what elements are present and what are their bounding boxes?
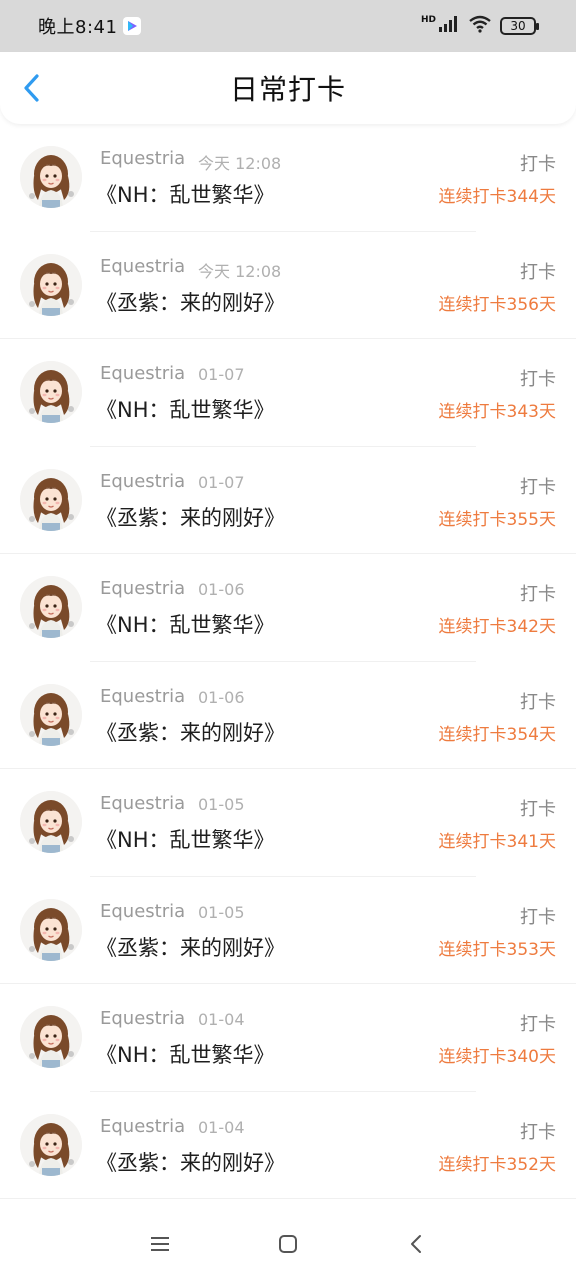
nav-home-button[interactable] xyxy=(274,1230,302,1258)
streak-count: 连续打卡343天 xyxy=(438,402,556,422)
checkin-label: 打卡 xyxy=(520,369,556,390)
back-chevron-icon xyxy=(411,1235,421,1253)
book-title[interactable]: 《丞紫：来的刚好》 xyxy=(96,502,285,532)
menu-icon xyxy=(151,1237,169,1251)
checkin-time: 01-04 xyxy=(198,1010,245,1029)
status-time: 晚上8:41 xyxy=(38,17,118,38)
streak-count: 连续打卡342天 xyxy=(438,617,556,637)
author-name: Equestria xyxy=(100,363,186,384)
streak-count: 连续打卡344天 xyxy=(438,187,556,207)
list-item[interactable]: Equestria 01-04 《NH：乱世繁华》 打卡 连续打卡340天 xyxy=(0,984,576,1092)
streak-count: 连续打卡341天 xyxy=(438,832,556,852)
avatar[interactable] xyxy=(20,1113,82,1176)
avatar[interactable] xyxy=(20,791,82,853)
book-title[interactable]: 《NH：乱世繁华》 xyxy=(96,609,275,639)
list-item[interactable]: Equestria 01-04 《丞紫：来的刚好》 打卡 连续打卡352天 xyxy=(0,1092,576,1200)
list-item[interactable]: Equestria 01-06 《NH：乱世繁华》 打卡 连续打卡342天 xyxy=(0,554,576,662)
checkin-label: 打卡 xyxy=(520,1014,556,1035)
page-title: 日常打卡 xyxy=(229,73,346,106)
book-title[interactable]: 《NH：乱世繁华》 xyxy=(96,179,275,209)
streak-count: 连续打卡352天 xyxy=(438,1154,556,1175)
streak-count: 连续打卡354天 xyxy=(438,724,556,745)
avatar[interactable] xyxy=(20,146,82,208)
book-title[interactable]: 《NH：乱世繁华》 xyxy=(96,824,275,854)
hd-indicator: HD xyxy=(420,15,436,25)
author-name: Equestria xyxy=(100,148,186,169)
book-title[interactable]: 《NH：乱世繁华》 xyxy=(96,394,275,424)
author-name: Equestria xyxy=(100,900,186,922)
checkin-time: 01-07 xyxy=(198,472,245,492)
avatar[interactable] xyxy=(20,576,82,638)
checkin-time: 01-06 xyxy=(198,580,245,599)
author-name: Equestria xyxy=(100,1115,186,1137)
book-title[interactable]: 《丞紫：来的刚好》 xyxy=(96,932,285,962)
app-notification-icon xyxy=(123,17,142,35)
author-name: Equestria xyxy=(100,578,186,599)
checkin-label: 打卡 xyxy=(520,906,556,928)
status-bar: 晚上8:41 HD 30 xyxy=(0,0,576,52)
list-item[interactable]: Equestria 01-07 《丞紫：来的刚好》 打卡 连续打卡355天 xyxy=(0,447,576,555)
avatar[interactable] xyxy=(20,468,82,531)
checkin-time: 01-04 xyxy=(198,1117,245,1137)
streak-count: 连续打卡356天 xyxy=(438,294,556,315)
list-item[interactable]: Equestria 01-05 《NH：乱世繁华》 打卡 连续打卡341天 xyxy=(0,769,576,877)
checkin-time: 01-05 xyxy=(198,902,245,922)
list-item[interactable]: Equestria 今天 12:08 《NH：乱世繁华》 打卡 连续打卡344天 xyxy=(0,124,576,232)
status-indicators: HD 30 xyxy=(420,15,539,38)
signal-icon xyxy=(438,15,460,38)
chevron-left-icon xyxy=(24,74,39,102)
checkin-label: 打卡 xyxy=(520,1121,556,1143)
author-name: Equestria xyxy=(100,685,186,707)
checkin-label: 打卡 xyxy=(520,261,556,283)
avatar[interactable] xyxy=(20,1006,82,1068)
system-nav-bar xyxy=(0,1208,576,1280)
nav-menu-button[interactable] xyxy=(146,1230,174,1258)
avatar[interactable] xyxy=(20,898,82,961)
avatar[interactable] xyxy=(20,253,82,316)
header: 日常打卡 xyxy=(0,52,576,124)
author-name: Equestria xyxy=(100,793,186,814)
book-title[interactable]: 《丞紫：来的刚好》 xyxy=(96,1147,285,1177)
streak-count: 连续打卡353天 xyxy=(438,939,556,960)
back-button[interactable] xyxy=(14,70,50,106)
nav-back-button[interactable] xyxy=(402,1230,430,1258)
wifi-icon xyxy=(468,15,492,38)
checkin-time: 01-07 xyxy=(198,365,245,384)
checkin-time: 01-05 xyxy=(198,795,245,814)
author-name: Equestria xyxy=(100,470,186,492)
checkin-label: 打卡 xyxy=(520,691,556,713)
home-square-icon xyxy=(279,1235,297,1253)
avatar[interactable] xyxy=(20,361,82,423)
list-item[interactable]: Equestria 01-06 《丞紫：来的刚好》 打卡 连续打卡354天 xyxy=(0,662,576,770)
avatar[interactable] xyxy=(20,683,82,746)
book-title[interactable]: 《丞紫：来的刚好》 xyxy=(96,287,285,317)
author-name: Equestria xyxy=(100,255,186,277)
list-item[interactable]: Equestria 今天 12:08 《丞紫：来的刚好》 打卡 连续打卡356天 xyxy=(0,232,576,340)
list-item[interactable]: Equestria 01-05 《丞紫：来的刚好》 打卡 连续打卡353天 xyxy=(0,877,576,985)
checkin-label: 打卡 xyxy=(520,584,556,605)
checkin-time: 01-06 xyxy=(198,687,245,707)
checkin-time: 今天 12:08 xyxy=(198,154,282,173)
checkin-label: 打卡 xyxy=(520,799,556,820)
checkin-label: 打卡 xyxy=(520,154,556,175)
streak-count: 连续打卡355天 xyxy=(438,509,556,530)
author-name: Equestria xyxy=(100,1008,186,1029)
book-title[interactable]: 《丞紫：来的刚好》 xyxy=(96,717,285,747)
checkin-time: 今天 12:08 xyxy=(198,261,282,281)
checkin-list: Equestria 今天 12:08 《NH：乱世繁华》 打卡 连续打卡344天 xyxy=(0,124,576,1199)
streak-count: 连续打卡340天 xyxy=(438,1047,556,1067)
book-title[interactable]: 《NH：乱世繁华》 xyxy=(96,1039,275,1069)
battery-indicator: 30 xyxy=(500,17,539,35)
list-item[interactable]: Equestria 01-07 《NH：乱世繁华》 打卡 连续打卡343天 xyxy=(0,339,576,447)
checkin-label: 打卡 xyxy=(520,476,556,498)
